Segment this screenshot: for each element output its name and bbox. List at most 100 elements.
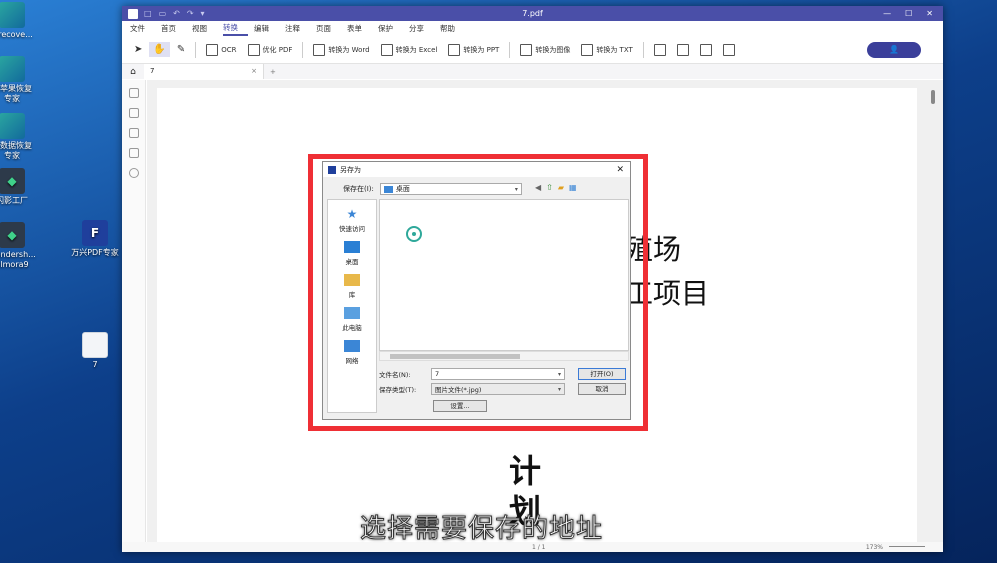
ocr-button[interactable]: OCR [202, 42, 240, 58]
app-logo-icon [128, 8, 138, 19]
account-button[interactable]: 👤 [867, 41, 921, 58]
desktop-icon-label: 万兴PDF专家 [71, 248, 119, 257]
to-ppt-button[interactable]: 转换为 PPT [444, 42, 503, 58]
ribbon-toolbar: ➤ ✋ ✎ OCR 优化 PDF 转换为 Word 转换为 Excel 转换为 … [122, 36, 943, 64]
zoom-level: 173% [865, 543, 883, 551]
desktop-icon-label: 闪影工厂 [0, 196, 28, 205]
chevron-down-icon: ▾ [557, 370, 561, 378]
cancel-button[interactable]: 取消 [578, 383, 626, 395]
place-network[interactable]: 网络 [328, 340, 376, 365]
to-excel-button[interactable]: 转换为 Excel [377, 42, 442, 58]
view-menu-icon[interactable]: ▦ [569, 183, 577, 192]
desktop-icon-label: 兴苹果恢复 专家 [0, 84, 32, 103]
scrollbar-thumb[interactable] [390, 354, 520, 359]
file-list[interactable] [379, 199, 629, 351]
home-icon[interactable]: ⌂ [122, 67, 144, 77]
undo-icon[interactable]: ↶ [173, 9, 180, 18]
to-html-button[interactable] [650, 42, 670, 58]
redo-icon[interactable]: ↷ [187, 9, 194, 18]
desktop-icon-file[interactable]: 7 [65, 332, 125, 370]
filename-input[interactable]: 7 ▾ [431, 368, 565, 380]
open-button[interactable]: 打开(O) [578, 368, 626, 380]
to-image-button[interactable]: 转换为图像 [516, 42, 574, 58]
image-icon [520, 43, 533, 56]
word-icon [313, 43, 326, 56]
places-bar: ★ 快速访问 桌面 库 此电脑 网络 [327, 199, 377, 413]
menu-share[interactable]: 分享 [409, 21, 434, 36]
document-tab[interactable]: 7 × [144, 64, 264, 79]
save-in-label: 保存在(I): [343, 185, 374, 193]
desktop-icon-recover2[interactable]: 兴苹果恢复 专家 [0, 56, 42, 104]
menu-form[interactable]: 表单 [347, 21, 372, 36]
desktop-icon-filmora[interactable]: ◆ Wondersh... filmora9 [0, 222, 42, 270]
cursor-icon: ➤ [134, 44, 143, 55]
attachment-icon[interactable] [128, 148, 139, 158]
up-folder-icon[interactable]: ⇧ [546, 183, 553, 192]
zoom-slider[interactable] [889, 546, 925, 547]
to-word-button[interactable]: 转换为 Word [309, 42, 373, 58]
desktop-icon-video[interactable]: ◆ 闪影工厂 [0, 168, 42, 206]
minimize-button[interactable]: — [883, 9, 891, 18]
save-in-select[interactable]: 桌面 ▾ [379, 183, 522, 195]
pdf-app-icon: F [82, 220, 108, 246]
place-desktop[interactable]: 桌面 [328, 241, 376, 266]
ppt-icon [448, 43, 461, 56]
filename-row: 文件名(N): 7 ▾ [379, 368, 565, 380]
to-excel-label: 转换为 Excel [395, 45, 438, 54]
menu-file[interactable]: 文件 [130, 21, 155, 36]
menu-convert[interactable]: 转换 [223, 22, 248, 36]
menu-comment[interactable]: 注释 [285, 21, 310, 36]
place-label: 快速访问 [339, 225, 365, 233]
edit-tool-button[interactable]: ✎ [173, 42, 189, 57]
menu-view[interactable]: 视图 [192, 21, 217, 36]
new-tab-icon[interactable]: + [270, 68, 276, 76]
recover-icon [0, 56, 25, 82]
comment-icon[interactable] [128, 128, 139, 138]
to-pdfa-button[interactable] [719, 42, 739, 58]
bookmark-icon[interactable] [128, 108, 139, 118]
place-library[interactable]: 库 [328, 274, 376, 299]
desktop-icon-pdf-app[interactable]: F 万兴PDF专家 [65, 220, 125, 258]
settings-button[interactable]: 设置... [433, 400, 487, 412]
customize-icon[interactable]: ▾ [201, 9, 205, 18]
close-tab-icon[interactable]: × [251, 64, 257, 79]
maximize-button[interactable]: ☐ [905, 9, 912, 18]
to-rtf-button[interactable] [673, 42, 693, 58]
menu-help[interactable]: 帮助 [440, 21, 465, 36]
place-this-pc[interactable]: 此电脑 [328, 307, 376, 332]
html-icon [653, 43, 666, 56]
optimize-pdf-button[interactable]: 优化 PDF [244, 42, 297, 58]
search-icon[interactable] [128, 168, 139, 178]
desktop-icon-recover3[interactable]: 兴数据恢复 专家 [0, 113, 42, 161]
ocr-icon [206, 43, 219, 56]
network-icon [344, 340, 360, 352]
dialog-close-button[interactable]: ✕ [616, 165, 624, 175]
vertical-scrollbar[interactable] [931, 90, 935, 104]
print-icon[interactable]: ▭ [159, 9, 167, 18]
video-subtitle: 选择需要保存的地址 [359, 514, 604, 545]
to-ppt-label: 转换为 PPT [463, 45, 500, 54]
desktop-icon-recover1[interactable]: s-recove... [0, 2, 42, 40]
menu-home[interactable]: 首页 [161, 21, 186, 36]
new-folder-icon[interactable]: ▰ [558, 183, 564, 192]
to-txt-button[interactable]: 转换为 TXT [577, 42, 636, 58]
excel-icon [380, 43, 393, 56]
filetype-select[interactable]: 图片文件(*.jpg) ▾ [431, 383, 565, 395]
menu-protect[interactable]: 保护 [378, 21, 403, 36]
toolbar-divider [642, 41, 644, 58]
toolbar-divider [509, 41, 511, 58]
select-tool-button[interactable]: ➤ [130, 42, 146, 57]
back-icon[interactable]: ◀ [535, 183, 541, 192]
thumbnails-icon[interactable] [128, 88, 139, 98]
recover-icon [0, 113, 25, 139]
menu-page[interactable]: 页面 [316, 21, 341, 36]
place-quick-access[interactable]: ★ 快速访问 [328, 208, 376, 233]
hand-tool-button[interactable]: ✋ [149, 42, 170, 57]
save-icon[interactable]: □ [144, 9, 152, 18]
horizontal-scrollbar[interactable] [379, 351, 629, 361]
close-button[interactable]: ✕ [926, 9, 933, 18]
to-epub-button[interactable] [696, 42, 716, 58]
menu-edit[interactable]: 编辑 [254, 21, 279, 36]
app-logo-icon [328, 165, 336, 174]
menu-bar: 文件 首页 视图 转换 编辑 注释 页面 表单 保护 分享 帮助 [122, 21, 943, 36]
